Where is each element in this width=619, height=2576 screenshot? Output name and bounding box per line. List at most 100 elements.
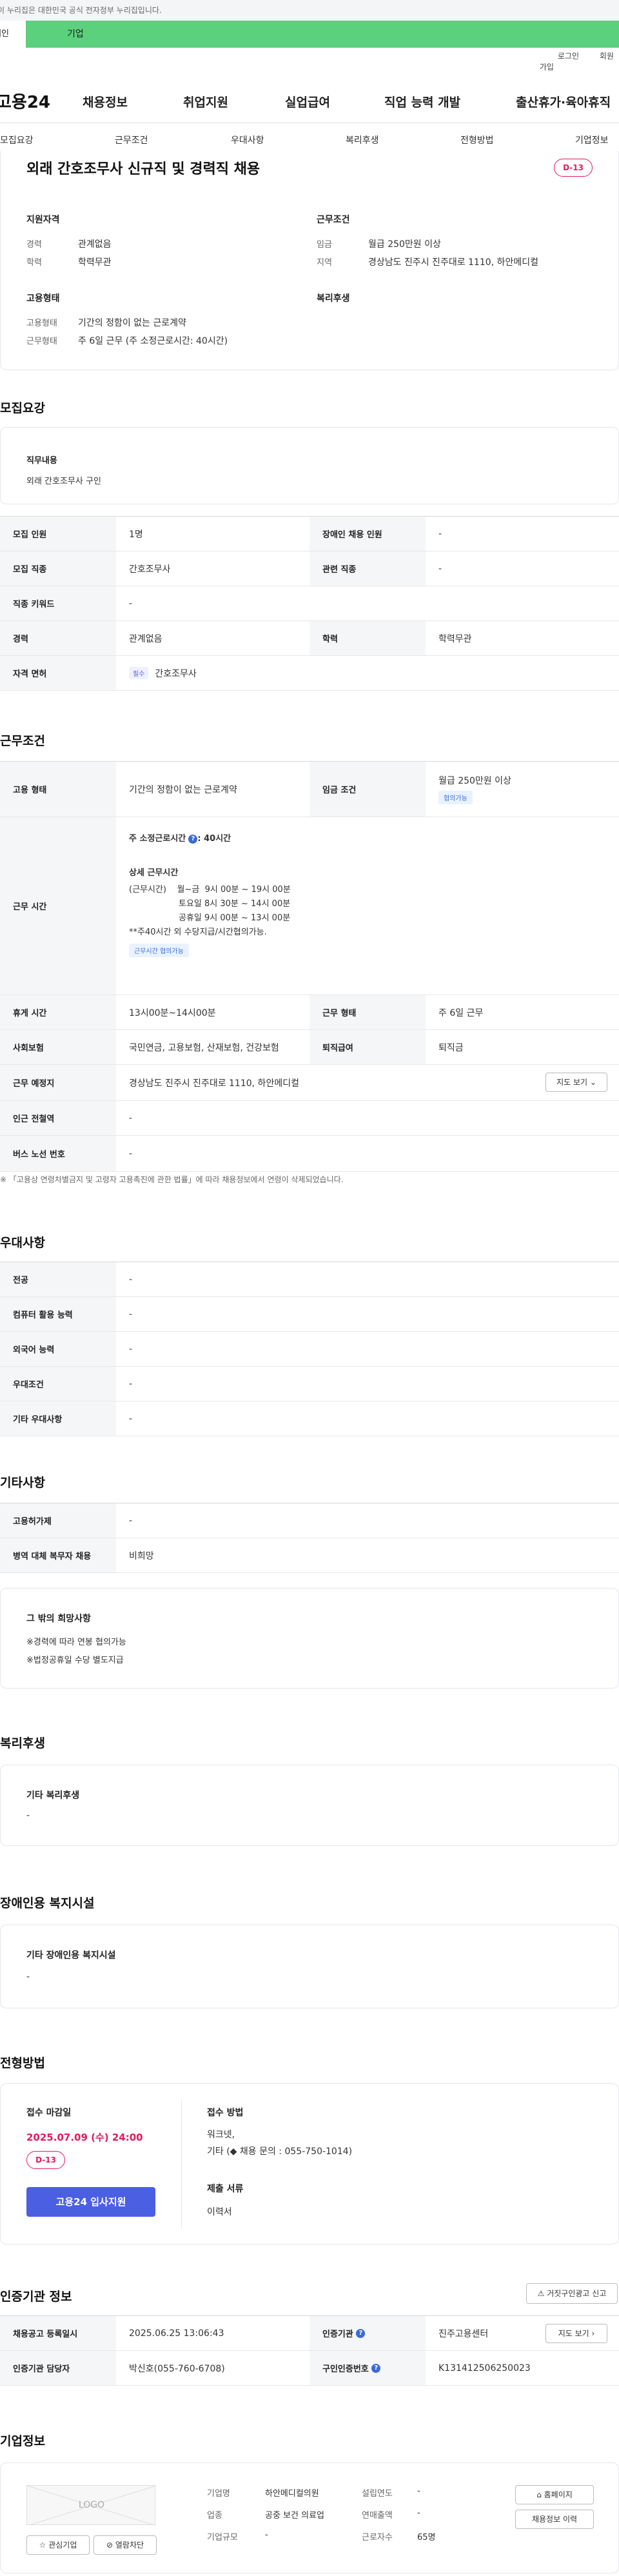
emp-value: 주 6일 근무 (주 소정근로시간: 40시간) bbox=[78, 336, 228, 346]
wage-value: 월급 250만원 이상 bbox=[438, 776, 511, 786]
anchor-pref[interactable]: 우대사항 bbox=[231, 134, 264, 146]
anchor-welfare[interactable]: 복리후생 bbox=[346, 134, 379, 146]
table-header: 버스 노선 번호 bbox=[0, 1136, 116, 1171]
table-header: 직종 키워드 bbox=[0, 586, 116, 620]
block-view-button[interactable]: ⊘ 열람차단 bbox=[93, 2535, 157, 2555]
tab-personal[interactable]: 개인 bbox=[0, 21, 26, 48]
gnb-item-parental-leave[interactable]: 출산휴가·육아휴직 bbox=[516, 93, 611, 110]
table-header: 전공 bbox=[0, 1262, 116, 1296]
recruit-table: 모집 인원 1명 장애인 채용 인원 - 모집 직종 간호조무사 관련 직종 -… bbox=[0, 516, 619, 691]
deadline-title: 접수 마감일 bbox=[26, 2108, 72, 2118]
table-header: 모집 직종 bbox=[0, 551, 116, 586]
favorite-company-button[interactable]: ☆ 관심기업 bbox=[26, 2535, 90, 2555]
hope-line: ※법정공휴일 수당 별도지급 bbox=[26, 1656, 124, 1665]
help-icon[interactable]: ? bbox=[356, 2328, 366, 2338]
work-table: 고용 형태 기간의 정함이 없는 근로계약 임금 조건 월급 250만원 이상 … bbox=[0, 761, 619, 1172]
method-line: 워크넷, bbox=[207, 2130, 235, 2140]
site-logo[interactable]: 고용24 bbox=[0, 89, 50, 113]
global-nav: 고용24 채용정보 취업지원 실업급여 직업 능력 개발 출산휴가·육아휴직 bbox=[0, 77, 619, 123]
report-ad-button[interactable]: ⚠ 거짓구인광고 신고 bbox=[526, 2283, 618, 2304]
table-header: 컴퓨터 활용 능력 bbox=[0, 1297, 116, 1331]
table-cell: - bbox=[129, 1113, 133, 1124]
gov-notice-text: 이 누리집은 대한민국 공식 전자정부 누리집입니다. bbox=[0, 6, 162, 15]
divider bbox=[181, 2099, 182, 2228]
agency-map-button[interactable]: 지도 보기 › bbox=[545, 2324, 607, 2343]
hope-line: ※경력에 따라 연봉 협의가능 bbox=[26, 1638, 126, 1647]
table-cell: 간호조무사 bbox=[129, 564, 171, 575]
table-row: 우대조건 - bbox=[0, 1367, 619, 1402]
help-icon[interactable]: ? bbox=[371, 2363, 381, 2373]
table-cell: 2025.06.25 13:06:43 bbox=[129, 2328, 224, 2339]
chevron-down-icon: ⌄ bbox=[589, 1078, 596, 1087]
table-cell: - bbox=[129, 598, 133, 609]
welfare-box: 기타 복리후생 - bbox=[0, 1765, 619, 1846]
qual-label: 학력 bbox=[26, 258, 42, 268]
map-button[interactable]: 지도 보기 ⌄ bbox=[545, 1073, 607, 1092]
anchor-process[interactable]: 전형방법 bbox=[460, 134, 494, 146]
member-type-tabs: 개인 기업 bbox=[0, 21, 619, 48]
table-header: 경력 bbox=[0, 621, 116, 655]
company-value: 65명 bbox=[417, 2533, 436, 2542]
star-icon: ☆ bbox=[39, 2541, 46, 2550]
company-label: 연매출액 bbox=[362, 2511, 393, 2521]
qual-value: 학력무관 bbox=[78, 257, 112, 268]
license-value: 간호조무사 bbox=[155, 668, 197, 679]
table-row: 휴게 시간 13시00분~14시00분 근무 형태 주 6일 근무 bbox=[0, 995, 619, 1030]
company-value: - bbox=[417, 2486, 420, 2496]
weekly-hours: 주 소정근로시간 ?: 40시간 bbox=[129, 834, 231, 844]
table-cell: - bbox=[129, 1378, 133, 1389]
deadline-value: 2025.07.09 (수) 24:00 bbox=[26, 2132, 143, 2143]
table-row: 외국어 능력 - bbox=[0, 1332, 619, 1367]
table-row: 채용공고 등록일시 2025.06.25 13:06:43 인증기관 ? 진주고… bbox=[0, 2316, 619, 2351]
table-cell: 관계없음 bbox=[129, 633, 162, 644]
gnb-item-jobs[interactable]: 채용정보 bbox=[83, 93, 128, 110]
negotiable-badge: 협의가능 bbox=[438, 791, 473, 804]
disabled-box-value: - bbox=[26, 1972, 30, 1982]
table-row: 인근 전철역 - bbox=[0, 1101, 619, 1136]
table-header: 기타 우대사항 bbox=[0, 1402, 116, 1436]
company-value: - bbox=[265, 2530, 268, 2540]
table-row: 근무 예정지 경상남도 진주시 진주대로 1110, 하안메디컬 지도 보기 ⌄ bbox=[0, 1065, 619, 1101]
emp-label: 고용형태 bbox=[26, 319, 57, 328]
company-label: 기업명 bbox=[207, 2489, 230, 2499]
table-cell: 경상남도 진주시 진주대로 1110, 하안메디컬 bbox=[129, 1078, 299, 1089]
table-header: 고용허가제 bbox=[0, 1503, 116, 1538]
table-row: 자격 면허 필수 간호조무사 bbox=[0, 656, 619, 691]
gnb-item-unemployment-benefit[interactable]: 실업급여 bbox=[285, 93, 330, 110]
table-header: 인증기관 ? bbox=[310, 2316, 426, 2350]
tab-company[interactable]: 기업 bbox=[26, 21, 619, 48]
section-title-pref: 우대사항 bbox=[0, 1236, 45, 1250]
detail-hours-title: 상세 근무시간 bbox=[129, 868, 179, 878]
table-row: 컴퓨터 활용 능력 - bbox=[0, 1297, 619, 1332]
table-cell: - bbox=[129, 1413, 133, 1424]
anchor-work[interactable]: 근무조건 bbox=[115, 134, 148, 146]
required-badge: 필수 bbox=[129, 667, 149, 679]
table-cell: - bbox=[129, 1515, 133, 1526]
anchor-recruit[interactable]: 모집요강 bbox=[0, 134, 34, 146]
gnb-item-employment-support[interactable]: 취업지원 bbox=[183, 93, 228, 110]
help-icon[interactable]: ? bbox=[188, 834, 198, 844]
table-header: 외국어 능력 bbox=[0, 1332, 116, 1366]
login-link[interactable]: 로그인 bbox=[558, 52, 579, 61]
table-cell: 국민연금, 고용보험, 산재보험, 건강보험 bbox=[129, 1042, 279, 1053]
table-cell: 필수 간호조무사 bbox=[116, 656, 197, 690]
emp-value: 기간의 정함이 없는 근로계약 bbox=[78, 318, 186, 328]
table-row: 병역 대체 복무자 채용 비희망 bbox=[0, 1538, 619, 1573]
homepage-button[interactable]: ⌂ 홈페이지 bbox=[515, 2485, 594, 2504]
welfare-title: 복리후생 bbox=[317, 293, 350, 304]
company-value: - bbox=[417, 2508, 420, 2518]
duty-box: 직무내용 외래 간호조무사 구인 bbox=[0, 427, 619, 504]
emp-label: 근무형태 bbox=[26, 337, 57, 346]
table-header: 근무 예정지 bbox=[0, 1065, 116, 1100]
section-title-agency: 인증기관 정보 bbox=[0, 2290, 72, 2304]
dday-badge: D-13 bbox=[554, 159, 593, 177]
table-header: 근무 형태 bbox=[310, 995, 426, 1029]
section-title-process: 전형방법 bbox=[0, 2056, 45, 2070]
apply-button[interactable]: 고용24 입사지원 bbox=[26, 2187, 155, 2217]
table-row: 고용 형태 기간의 정함이 없는 근로계약 임금 조건 월급 250만원 이상 … bbox=[0, 762, 619, 817]
anchor-company[interactable]: 기업정보 bbox=[575, 134, 609, 146]
gnb-item-vocational-training[interactable]: 직업 능력 개발 bbox=[384, 93, 460, 110]
job-history-button[interactable]: 채용정보 이력 bbox=[515, 2510, 594, 2529]
table-row: 기타 우대사항 - bbox=[0, 1402, 619, 1436]
table-row: 직종 키워드 - bbox=[0, 586, 619, 621]
